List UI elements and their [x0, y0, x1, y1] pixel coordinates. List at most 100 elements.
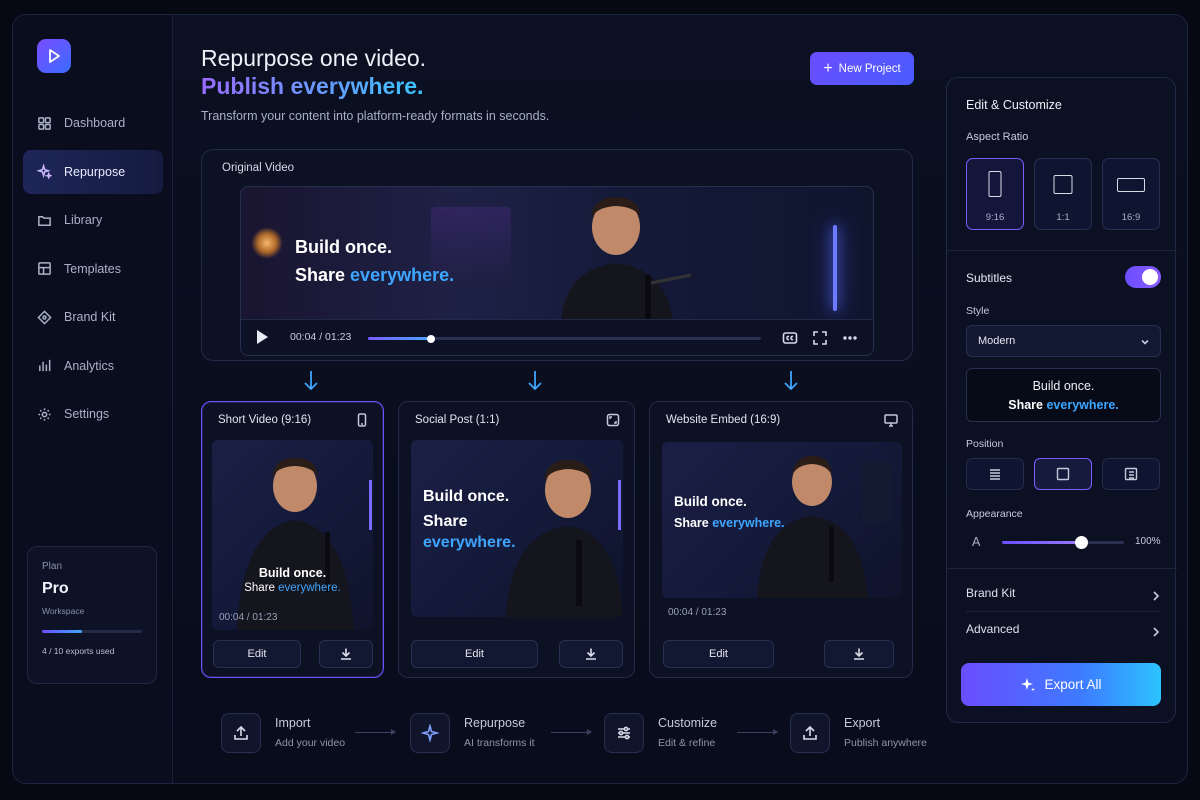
subtitle-preview: Build once. Share everywhere.: [966, 368, 1161, 422]
sidebar-item-settings[interactable]: Settings: [23, 392, 163, 436]
position-right-button[interactable]: [1102, 458, 1160, 490]
appearance-value: 100%: [1135, 536, 1161, 547]
video-player[interactable]: Build once. Share everywhere. 00:04 / 01…: [240, 186, 874, 356]
sidebar-item-dashboard[interactable]: Dashboard: [23, 101, 163, 145]
short-video-thumbnail[interactable]: Build once. Share everywhere. 00:04 / 01…: [212, 440, 373, 630]
download-button[interactable]: [319, 640, 373, 668]
app-logo[interactable]: [37, 39, 71, 73]
chevron-right-icon: [1153, 627, 1160, 637]
position-left-button[interactable]: [966, 458, 1024, 490]
aspect-ratio-label: Aspect Ratio: [966, 131, 1029, 143]
step-description: Add your video: [275, 737, 346, 749]
export-all-label: Export All: [1044, 677, 1102, 692]
sidebar-item-label: Library: [64, 213, 103, 227]
workflow-steps: Import Add your video Repurpose AI trans…: [221, 712, 933, 756]
edit-button[interactable]: Edit: [663, 640, 774, 668]
position-label: Position: [966, 438, 1004, 450]
divider: [966, 611, 1161, 612]
caption-accent: everywhere.: [278, 582, 341, 594]
advanced-label: Advanced: [966, 622, 1020, 636]
thumbnail-caption-line2: Share everywhere.: [674, 516, 785, 530]
sidebar-item-brand-kit[interactable]: Brand Kit: [23, 295, 163, 339]
download-button[interactable]: [824, 640, 894, 668]
page-title: Repurpose one video.: [201, 45, 427, 71]
lamp-glow: [251, 227, 283, 259]
overlay-word: Share: [295, 265, 346, 285]
overlay-accent: everywhere.: [350, 265, 455, 285]
appearance-label: Appearance: [966, 508, 1023, 520]
folder-icon: [38, 215, 51, 226]
brand-kit-row[interactable]: Brand Kit: [966, 586, 1161, 608]
usage-progress-fill: [42, 630, 82, 633]
divider: [947, 568, 1177, 569]
step-title: Customize: [658, 716, 718, 730]
step-description: Publish anywhere: [844, 737, 927, 749]
social-post-thumbnail[interactable]: Build once. Share everywhere.: [411, 440, 623, 617]
position-center-button[interactable]: [1034, 458, 1092, 490]
style-label: Style: [966, 305, 990, 317]
plan-workspace: Workspace: [42, 606, 85, 616]
chevron-down-icon: [1141, 339, 1149, 345]
aspect-option-label: 16:9: [1121, 212, 1141, 223]
thumbnail-caption-line1: Build once.: [258, 566, 327, 580]
video-overlay-line2: Share everywhere.: [295, 265, 454, 286]
grid-icon: [38, 116, 51, 130]
page-title-highlight: Publish everywhere.: [201, 73, 424, 99]
neon-light: [833, 225, 837, 311]
output-card-website-embed[interactable]: Website Embed (16:9) Build once. Share e…: [649, 401, 913, 678]
output-card-social-post[interactable]: Social Post (1:1) Build once. Share ever…: [398, 401, 635, 678]
website-embed-thumbnail[interactable]: Build once. Share everywhere.: [662, 442, 902, 598]
step-arrow: [551, 729, 592, 735]
new-project-button[interactable]: + New Project: [810, 52, 914, 85]
diamond-icon: [37, 309, 52, 325]
plan-card: Plan Pro Workspace 4 / 10 exports used: [27, 546, 157, 684]
more-icon[interactable]: [842, 330, 858, 346]
advanced-row[interactable]: Advanced: [966, 622, 1161, 644]
monitor-icon: [884, 413, 898, 427]
portrait-icon: [988, 171, 1002, 197]
play-icon[interactable]: [257, 330, 268, 344]
output-card-title: Website Embed (16:9): [666, 414, 781, 426]
crop-square-icon: [606, 413, 620, 427]
video-timecode: 00:04 / 01:23: [290, 331, 352, 343]
video-progress-bar[interactable]: [368, 334, 761, 343]
edit-button[interactable]: Edit: [213, 640, 301, 668]
output-card-title: Short Video (9:16): [218, 414, 312, 426]
step-title: Import: [275, 716, 311, 730]
style-select[interactable]: Modern: [966, 325, 1161, 357]
sidebar-item-label: Analytics: [64, 358, 115, 373]
landscape-icon: [1117, 178, 1145, 192]
download-icon: [586, 648, 596, 660]
download-icon: [854, 648, 864, 660]
export-all-button[interactable]: Export All: [961, 663, 1161, 706]
subtitles-toggle[interactable]: [1125, 266, 1161, 288]
sliders-icon: [604, 713, 644, 753]
sidebar-item-templates[interactable]: Templates: [23, 247, 163, 291]
video-progress-handle[interactable]: [426, 334, 435, 343]
download-button[interactable]: [559, 640, 623, 668]
original-video-title: Original Video: [222, 162, 295, 174]
output-card-short-video[interactable]: Short Video (9:16) Build once. Share eve…: [201, 401, 384, 678]
upload-icon: [221, 713, 261, 753]
sparkle-icon: [37, 164, 52, 179]
sidebar: Dashboard Repurpose Library Templates Br…: [13, 15, 173, 783]
step-title: Export: [844, 716, 881, 730]
appearance-slider[interactable]: [1002, 536, 1124, 549]
caption-word: Share: [244, 582, 275, 594]
captions-icon[interactable]: [782, 330, 798, 346]
sidebar-item-analytics[interactable]: Analytics: [23, 344, 163, 388]
gear-icon: [38, 407, 51, 421]
aspect-option-16-9[interactable]: 16:9: [1102, 158, 1160, 230]
appearance-slider-handle[interactable]: [1074, 536, 1088, 549]
sidebar-item-library[interactable]: Library: [23, 198, 163, 242]
edit-customize-panel: Edit & Customize Aspect Ratio 9:16 1:1 1…: [946, 77, 1177, 723]
aspect-option-9-16[interactable]: 9:16: [966, 158, 1024, 230]
caption-accent: everywhere.: [712, 516, 785, 530]
fullscreen-icon[interactable]: [812, 330, 828, 346]
sidebar-nav: Dashboard Repurpose Library Templates Br…: [23, 101, 163, 441]
sidebar-item-repurpose[interactable]: Repurpose: [23, 149, 163, 194]
bar-chart-icon: [39, 359, 51, 372]
edit-button[interactable]: Edit: [411, 640, 538, 668]
aspect-option-1-1[interactable]: 1:1: [1034, 158, 1092, 230]
phone-icon: [355, 413, 369, 427]
